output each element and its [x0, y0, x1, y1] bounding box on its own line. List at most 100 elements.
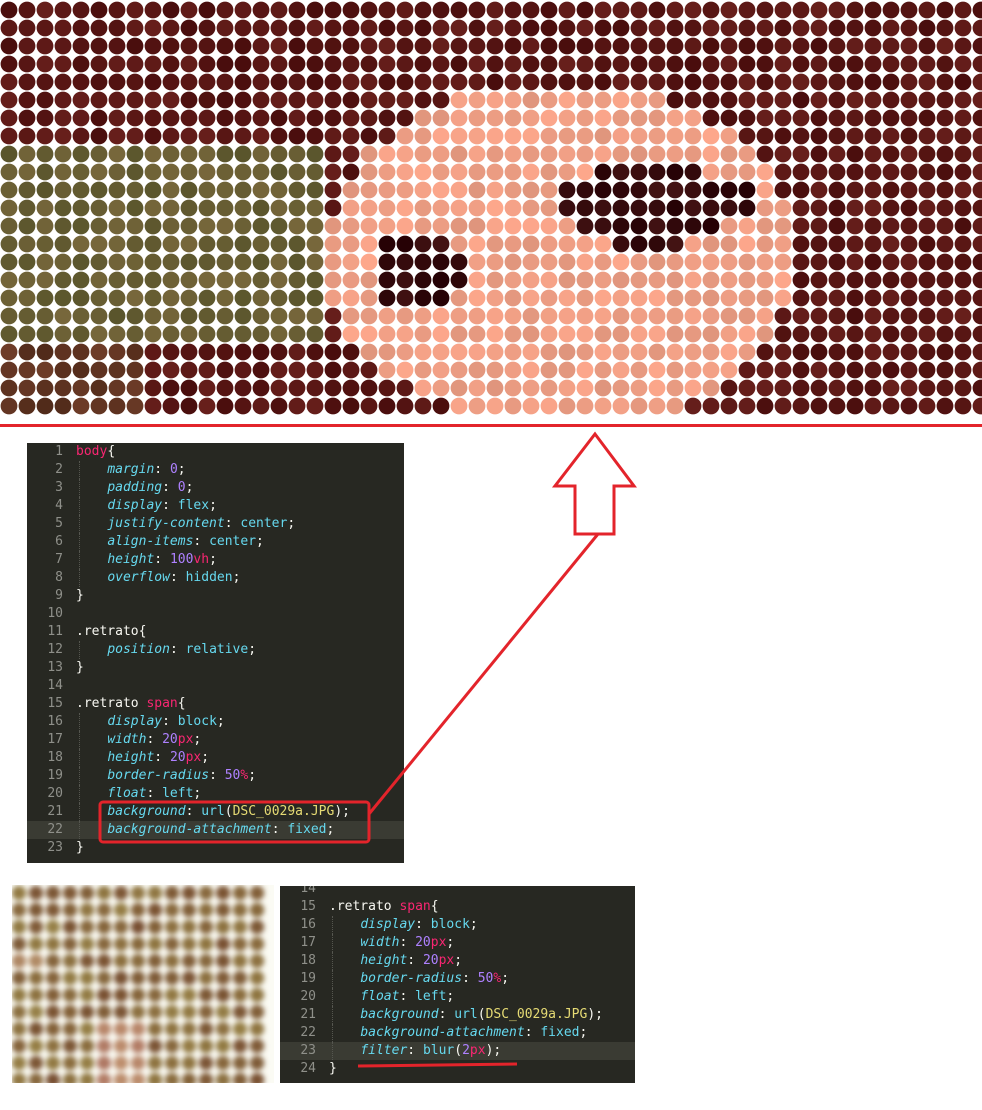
portrait-dot: [288, 145, 306, 163]
code-line[interactable]: 21 background: url(DSC_0029a.JPG);: [27, 803, 404, 821]
portrait-dot: [0, 163, 18, 181]
code-line[interactable]: 10: [27, 605, 404, 623]
portrait-dot: [720, 253, 738, 271]
portrait-dot: [792, 325, 810, 343]
code-line[interactable]: 2 margin: 0;: [27, 461, 404, 479]
code-line[interactable]: 20 float: left;: [280, 988, 635, 1006]
portrait-dot: [288, 217, 306, 235]
portrait-dot: [468, 253, 486, 271]
portrait-dot: [810, 1, 828, 19]
code-line[interactable]: 20 float: left;: [27, 785, 404, 803]
line-number: 23: [300, 1043, 316, 1058]
portrait-dot: [396, 199, 414, 217]
portrait-dot: [144, 199, 162, 217]
code-line[interactable]: 14: [280, 886, 635, 898]
code-token: height: [107, 552, 155, 567]
code-line[interactable]: 14: [27, 677, 404, 695]
code-line[interactable]: 19 border-radius: 50%;: [27, 767, 404, 785]
portrait-dot: [828, 73, 846, 91]
code-line[interactable]: 17 width: 20px;: [27, 731, 404, 749]
code-line[interactable]: 17 width: 20px;: [280, 934, 635, 952]
portrait-dot: [846, 109, 864, 127]
portrait-dot: [846, 235, 864, 253]
portrait-dot: [126, 271, 144, 289]
portrait-dot: [774, 289, 792, 307]
portrait-dot: [468, 1, 486, 19]
portrait-dot: [900, 271, 918, 289]
portrait-dot: [324, 289, 342, 307]
portrait-dot: [18, 73, 36, 91]
code-line[interactable]: 15 .retrato span{: [280, 898, 635, 916]
blurred-dot: [12, 1038, 27, 1054]
code-line[interactable]: 16 display: block;: [280, 916, 635, 934]
code-token: ;: [579, 1025, 588, 1040]
portrait-dot: [36, 181, 54, 199]
code-line[interactable]: 23}: [27, 839, 404, 857]
portrait-dot: [810, 343, 828, 361]
portrait-dot: [954, 37, 972, 55]
blurred-dot: [215, 953, 231, 969]
portrait-dot: [774, 271, 792, 289]
line-number: 22: [47, 822, 63, 837]
portrait-dot: [18, 109, 36, 127]
portrait-dot: [72, 55, 90, 73]
portrait-dot: [252, 73, 270, 91]
code-line[interactable]: 15 .retrato span{: [27, 695, 404, 713]
code-line[interactable]: 9}: [27, 587, 404, 605]
code-line[interactable]: 22 background-attachment: fixed;: [280, 1024, 635, 1042]
code-line[interactable]: 6 align-items: center;: [27, 533, 404, 551]
code-editor-main[interactable]: 1 body{2 margin: 0; 3 padding: 0; 4 display…: [27, 443, 404, 863]
portrait-dot: [792, 145, 810, 163]
code-line[interactable]: 18 height: 20px;: [280, 952, 635, 970]
code-line[interactable]: 11 .retrato{: [27, 623, 404, 641]
code-line[interactable]: 8 overflow: hidden;: [27, 569, 404, 587]
portrait-dot: [954, 289, 972, 307]
code-editor-blur[interactable]: 14 15 .retrato span{16 display: block; 17 w…: [280, 886, 635, 1083]
portrait-dot: [108, 55, 126, 73]
portrait-dot: [72, 361, 90, 379]
portrait-dot: [396, 1, 414, 19]
portrait-dot: [162, 307, 180, 325]
portrait-dot: [90, 397, 108, 415]
portrait-dot: [0, 73, 18, 91]
blurred-dot: [249, 902, 265, 918]
code-line[interactable]: 4 display: flex;: [27, 497, 404, 515]
portrait-dot: [378, 19, 396, 37]
blurred-dot: [113, 919, 129, 935]
code-token: :: [154, 750, 170, 765]
portrait-dot: [162, 181, 180, 199]
portrait-dot: [522, 217, 540, 235]
code-token: :: [524, 1025, 541, 1040]
code-line[interactable]: 22 background-attachment: fixed;: [27, 821, 404, 839]
portrait-dot: [936, 55, 954, 73]
code-line[interactable]: 21 background: url(DSC_0029a.JPG);: [280, 1006, 635, 1024]
portrait-dot: [774, 253, 792, 271]
portrait-dot: [594, 55, 612, 73]
code-line[interactable]: 19 border-radius: 50%;: [280, 970, 635, 988]
portrait-dot: [72, 343, 90, 361]
portrait-dot: [522, 55, 540, 73]
portrait-dot: [702, 181, 720, 199]
portrait-dot: [72, 163, 90, 181]
portrait-dot: [108, 307, 126, 325]
code-line[interactable]: 7 height: 100vh;: [27, 551, 404, 569]
portrait-dot: [0, 181, 18, 199]
portrait-dot: [36, 289, 54, 307]
portrait-dot: [540, 163, 558, 181]
portrait-dot: [594, 307, 612, 325]
code-line[interactable]: 5 justify-content: center;: [27, 515, 404, 533]
code-line[interactable]: 16 display: block;: [27, 713, 404, 731]
portrait-dot: [558, 55, 576, 73]
portrait-dot: [0, 253, 18, 271]
code-line[interactable]: 18 height: 20px;: [27, 749, 404, 767]
code-line[interactable]: 13}: [27, 659, 404, 677]
code-token: overflow: [107, 570, 170, 585]
code-line[interactable]: 23 filter: blur(2px);: [280, 1042, 635, 1060]
blurred-dot: [164, 1055, 180, 1071]
code-line[interactable]: 1 body{: [27, 443, 404, 461]
portrait-dot: [504, 343, 522, 361]
code-line[interactable]: 12 position: relative;: [27, 641, 404, 659]
code-line[interactable]: 24}: [280, 1060, 635, 1078]
code-line[interactable]: 3 padding: 0;: [27, 479, 404, 497]
portrait-dot: [342, 55, 360, 73]
